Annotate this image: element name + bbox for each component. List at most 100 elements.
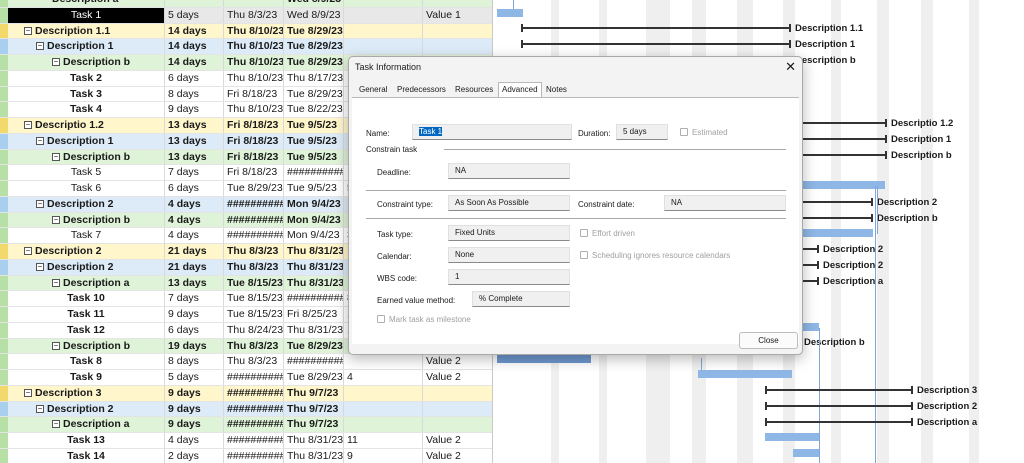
cell-name: Task 12 — [8, 323, 164, 338]
tab-notes[interactable]: Notes — [543, 84, 570, 98]
cell-name: Task 1 — [8, 7, 164, 23]
cell-start: Tue 8/15/23 — [223, 275, 283, 291]
collapse-toggle-icon[interactable]: − — [52, 341, 60, 350]
close-button[interactable]: Close — [739, 332, 798, 349]
task-name: Description 2 — [47, 402, 114, 415]
row-indicator — [0, 228, 8, 243]
constrain-task-heading: Constrain task — [366, 145, 418, 154]
cell-name: − Description b — [8, 339, 164, 354]
calendar-select[interactable]: None — [448, 247, 570, 263]
tab-predecessors[interactable]: Predecessors — [394, 84, 449, 98]
summary-row[interactable]: Description a Wed 8/9/23 — [0, 0, 492, 8]
cell-start: Thu 8/3/23 — [223, 338, 283, 354]
deadline-field[interactable]: NA — [448, 163, 570, 179]
milestone-checkbox[interactable] — [377, 315, 385, 323]
summary-bar[interactable] — [521, 40, 791, 48]
collapse-toggle-icon[interactable]: − — [24, 247, 32, 255]
cell-extra — [422, 417, 492, 432]
task-bar[interactable] — [765, 433, 819, 441]
close-icon[interactable]: ✕ — [785, 59, 796, 75]
duration-field[interactable]: 5 days — [616, 124, 668, 140]
summary-bar[interactable] — [793, 214, 873, 222]
task-bar[interactable] — [793, 449, 819, 457]
summary-bar[interactable] — [793, 151, 887, 159]
task-bar[interactable] — [497, 9, 523, 17]
earned-value-select[interactable]: % Complete — [472, 291, 570, 307]
cell-start: Thu 8/10/23 — [223, 55, 283, 70]
tab-resources[interactable]: Resources — [452, 84, 496, 98]
collapse-toggle-icon[interactable]: − — [36, 262, 44, 271]
collapse-toggle-icon[interactable]: − — [36, 42, 44, 51]
wbs-code-field[interactable]: 1 — [448, 269, 570, 285]
task-bar[interactable] — [698, 370, 792, 378]
collapse-toggle-icon[interactable]: − — [52, 152, 60, 161]
summary-row[interactable]: −Description a9 days###########Thu 9/7/2… — [0, 417, 492, 433]
cell-fin: Tue 9/5/23 — [283, 181, 343, 196]
cell-extra: Value 2 — [422, 448, 492, 463]
cell-start: ########### — [223, 417, 283, 432]
collapse-toggle-icon[interactable]: − — [24, 388, 32, 397]
cell-pred — [343, 23, 422, 39]
cell-dur: 8 days — [164, 86, 223, 102]
gantt-label: Description b — [795, 55, 856, 66]
cell-fin: Mon 9/4/23 — [283, 196, 343, 212]
cell-fin: ########### — [283, 354, 343, 369]
collapse-toggle-icon[interactable]: − — [36, 199, 44, 208]
task-row[interactable]: Task 9 5 days###########Tue 8/29/234Value… — [0, 370, 492, 386]
summary-bar[interactable] — [765, 418, 913, 426]
constraint-date-field[interactable]: NA — [664, 195, 786, 211]
summary-row[interactable]: −Description 29 days###########Thu 9/7/2… — [0, 401, 492, 418]
summary-row[interactable]: − Description 1 14 days Thu 8/10/23 Tue 8/29… — [0, 39, 492, 55]
effort-driven-checkbox[interactable] — [580, 229, 588, 237]
cell-dur: 13 days — [164, 149, 223, 165]
collapse-toggle-icon[interactable]: − — [52, 278, 60, 287]
task-name: Description 1 — [47, 40, 114, 53]
row-indicator — [0, 354, 8, 369]
collapse-toggle-icon[interactable]: − — [36, 404, 44, 413]
tab-advanced[interactable]: Advanced — [498, 82, 542, 98]
collapse-toggle-icon[interactable]: − — [24, 121, 32, 129]
summary-bar[interactable] — [521, 24, 791, 32]
task-row[interactable]: Task 13 4 days###########Thu 8/31/2311Val… — [0, 433, 492, 449]
estimated-checkbox[interactable] — [680, 128, 688, 136]
summary-bar[interactable] — [765, 402, 913, 410]
cell-dur: 7 days — [164, 291, 223, 306]
cell-name: − Description 1 — [8, 39, 164, 54]
collapse-toggle-icon[interactable]: − — [52, 420, 60, 429]
cell-start: Fri 8/18/23 — [223, 133, 283, 149]
cell-pred — [343, 354, 422, 369]
summary-row[interactable]: − Description 1.1 14 days Thu 8/10/23 Tue 8/… — [0, 23, 492, 40]
name-field[interactable]: Task 1 — [412, 124, 572, 140]
task-name: Task 2 — [70, 71, 102, 84]
summary-bar[interactable] — [793, 198, 873, 206]
task-name: Description 2 — [47, 197, 114, 210]
task-name: Task 3 — [70, 87, 102, 100]
summary-bar[interactable] — [765, 386, 913, 394]
task-type-select[interactable]: Fixed Units — [448, 225, 570, 241]
cell-fin: Tue 8/29/23 — [283, 370, 343, 385]
collapse-toggle-icon[interactable]: − — [24, 26, 32, 35]
task-row[interactable]: Task 1 5 days Thu 8/3/23 Wed 8/9/23 Value 1 — [0, 7, 492, 24]
collapse-toggle-icon[interactable]: − — [52, 58, 60, 66]
summary-bar[interactable] — [793, 135, 887, 143]
cell-fin: Fri 8/25/23 — [283, 307, 343, 322]
collapse-toggle-icon[interactable]: − — [36, 136, 44, 145]
cell-dur: 6 days — [164, 181, 223, 196]
summary-row[interactable]: −Description 39 days###########Thu 9/7/2… — [0, 385, 492, 402]
row-indicator — [0, 55, 8, 70]
cell-fin: Thu 8/31/23 — [283, 259, 343, 275]
task-bar[interactable] — [793, 229, 873, 237]
task-row[interactable]: Task 14 2 days###########Thu 8/31/239Valu… — [0, 448, 492, 463]
task-bar[interactable] — [497, 355, 591, 363]
cell-dur: 5 days — [164, 7, 223, 23]
summary-bar[interactable] — [793, 119, 887, 127]
constraint-type-select[interactable]: As Soon As Possible — [448, 195, 570, 211]
tab-general[interactable]: General — [356, 84, 390, 98]
task-bar[interactable] — [793, 181, 885, 189]
row-indicator — [0, 338, 8, 354]
scheduling-ignores-checkbox[interactable] — [580, 251, 588, 259]
task-row[interactable]: Task 8 8 daysThu 8/3/23########### Value 2 — [0, 354, 492, 370]
separator — [444, 149, 786, 150]
collapse-toggle-icon[interactable]: − — [52, 215, 60, 224]
cell-fin: Thu 9/7/23 — [283, 401, 343, 417]
